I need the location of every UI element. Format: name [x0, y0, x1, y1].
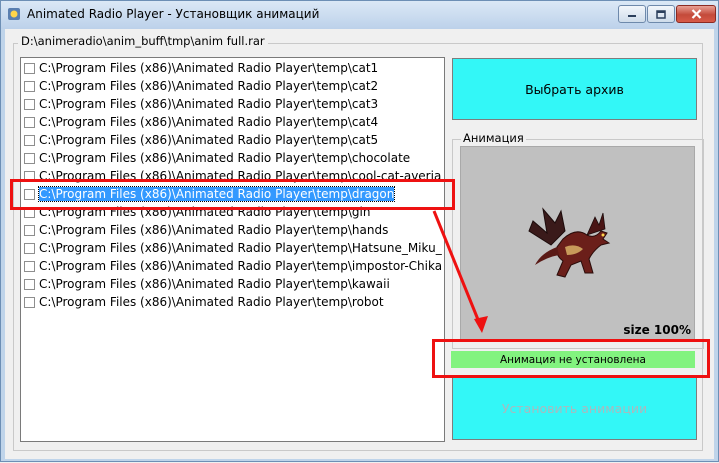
list-item[interactable]: C:\Program Files (x86)\Animated Radio Pl… — [24, 95, 444, 113]
choose-archive-button[interactable]: Выбрать архив — [452, 58, 697, 120]
maximize-button[interactable] — [647, 5, 675, 23]
list-item-label: C:\Program Files (x86)\Animated Radio Pl… — [39, 223, 389, 237]
checkbox[interactable] — [24, 242, 35, 254]
maximize-icon — [656, 9, 666, 19]
list-item-label: C:\Program Files (x86)\Animated Radio Pl… — [39, 259, 443, 273]
window-title: Animated Radio Player - Установщик анима… — [27, 7, 320, 21]
checkbox[interactable] — [24, 224, 35, 236]
list-item[interactable]: C:\Program Files (x86)\Animated Radio Pl… — [24, 257, 444, 275]
animation-group-label: Анимация — [461, 131, 526, 145]
checkbox[interactable] — [24, 134, 35, 146]
list-item-label: C:\Program Files (x86)\Animated Radio Pl… — [39, 133, 379, 147]
list-item[interactable]: C:\Program Files (x86)\Animated Radio Pl… — [24, 149, 444, 167]
list-item[interactable]: C:\Program Files (x86)\Animated Radio Pl… — [24, 239, 444, 257]
checkbox[interactable] — [24, 116, 35, 128]
list-item-label: C:\Program Files (x86)\Animated Radio Pl… — [39, 61, 379, 75]
checkbox[interactable] — [24, 80, 35, 92]
app-window: Animated Radio Player - Установщик анима… — [0, 0, 719, 462]
minimize-icon — [628, 15, 636, 17]
list-item[interactable]: C:\Program Files (x86)\Animated Radio Pl… — [24, 221, 444, 239]
list-item[interactable]: C:\Program Files (x86)\Animated Radio Pl… — [24, 275, 444, 293]
list-item-label: C:\Program Files (x86)\Animated Radio Pl… — [39, 295, 384, 309]
list-item[interactable]: C:\Program Files (x86)\Animated Radio Pl… — [24, 59, 444, 77]
install-animations-button[interactable]: Установить анимации — [452, 376, 697, 440]
list-item-label: C:\Program Files (x86)\Animated Radio Pl… — [39, 79, 379, 93]
list-item[interactable]: C:\Program Files (x86)\Animated Radio Pl… — [24, 113, 444, 131]
annotation-box-status — [432, 339, 710, 378]
minimize-button[interactable] — [618, 5, 646, 23]
list-item[interactable]: C:\Program Files (x86)\Animated Radio Pl… — [24, 293, 444, 311]
app-icon — [8, 8, 20, 20]
list-item[interactable]: C:\Program Files (x86)\Animated Radio Pl… — [24, 77, 444, 95]
checkbox[interactable] — [24, 296, 35, 308]
title-bar[interactable]: Animated Radio Player - Установщик анима… — [1, 1, 718, 29]
list-item[interactable]: C:\Program Files (x86)\Animated Radio Pl… — [24, 131, 444, 149]
checkbox[interactable] — [24, 260, 35, 272]
close-button[interactable] — [676, 5, 716, 23]
close-icon — [691, 9, 701, 19]
checkbox[interactable] — [24, 98, 35, 110]
checkbox[interactable] — [24, 62, 35, 74]
list-item-label: C:\Program Files (x86)\Animated Radio Pl… — [39, 97, 379, 111]
list-item-label: C:\Program Files (x86)\Animated Radio Pl… — [39, 277, 390, 291]
list-item-label: C:\Program Files (x86)\Animated Radio Pl… — [39, 151, 411, 165]
annotation-box-selected-row — [10, 179, 455, 210]
client-area: D:\animeradio\anim_buff\tmp\anim full.ra… — [5, 29, 714, 459]
list-item-label: C:\Program Files (x86)\Animated Radio Pl… — [39, 115, 379, 129]
archive-path: D:\animeradio\anim_buff\tmp\anim full.ra… — [18, 34, 268, 48]
size-label: size 100% — [623, 323, 691, 337]
dragon-image — [528, 207, 611, 278]
checkbox[interactable] — [24, 278, 35, 290]
list-item-label: C:\Program Files (x86)\Animated Radio Pl… — [39, 241, 442, 255]
file-list[interactable]: C:\Program Files (x86)\Animated Radio Pl… — [20, 57, 445, 442]
checkbox[interactable] — [24, 152, 35, 164]
animation-preview: size 100% — [460, 146, 695, 340]
